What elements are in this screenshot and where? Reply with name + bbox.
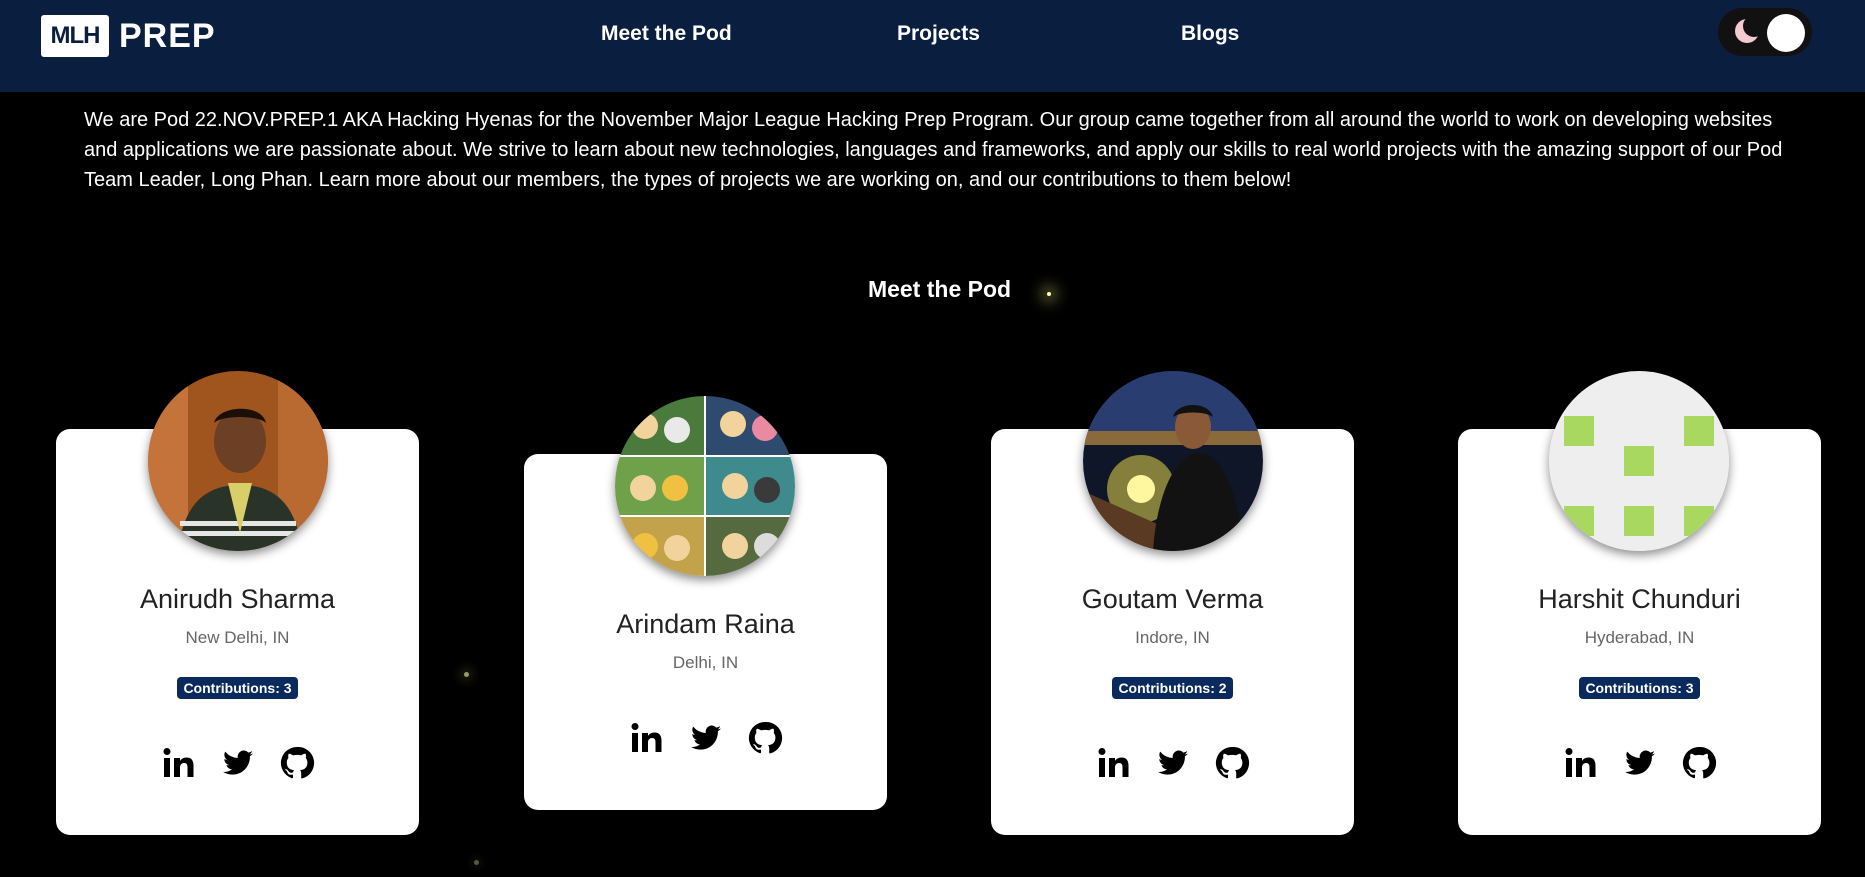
github-icon[interactable] (1214, 745, 1250, 781)
sparkle-dot (1047, 292, 1051, 296)
avatar-photo (148, 371, 328, 551)
member-location: Indore, IN (1135, 628, 1210, 647)
nav-link-meet-the-pod[interactable]: Meet the Pod (601, 22, 732, 46)
github-icon[interactable] (747, 720, 783, 756)
section-title: Meet the Pod (867, 276, 1012, 302)
contributions-badge: Contributions: 3 (177, 677, 298, 699)
github-icon[interactable] (279, 745, 315, 781)
sparkle-dot (464, 672, 469, 677)
moon-icon (1735, 16, 1762, 43)
avatar-photo (1083, 371, 1263, 551)
member-name: Goutam Verma (1081, 584, 1264, 614)
nav-link-projects[interactable]: Projects (897, 22, 980, 46)
contributions-badge: Contributions: 2 (1112, 677, 1233, 699)
member-name: Arindam Raina (616, 609, 795, 639)
mlh-logo-box: MLH (41, 15, 109, 57)
member-location: Delhi, IN (672, 653, 739, 672)
member-name: Harshit Chunduri (1538, 584, 1741, 614)
linkedin-icon[interactable] (161, 745, 197, 781)
twitter-icon[interactable] (688, 720, 724, 756)
linkedin-icon[interactable] (629, 720, 665, 756)
member-location: Hyderabad, IN (1584, 628, 1695, 647)
avatar-collage (615, 396, 795, 576)
nav-link-blogs[interactable]: Blogs (1181, 22, 1239, 46)
twitter-icon[interactable] (1622, 745, 1658, 781)
member-name: Anirudh Sharma (139, 584, 336, 614)
logo-text: PREP (119, 16, 216, 55)
member-location: New Delhi, IN (185, 628, 290, 647)
linkedin-icon[interactable] (1096, 745, 1132, 781)
mlh-prep-logo[interactable]: MLH PREP (41, 15, 216, 57)
twitter-icon[interactable] (220, 745, 256, 781)
contributions-badge: Contributions: 3 (1579, 677, 1700, 699)
theme-toggle[interactable] (1718, 8, 1812, 56)
toggle-knob (1767, 14, 1805, 52)
avatar-identicon (1549, 371, 1729, 551)
github-icon[interactable] (1681, 745, 1717, 781)
intro-paragraph: We are Pod 22.NOV.PREP.1 AKA Hacking Hye… (84, 109, 1783, 191)
linkedin-icon[interactable] (1563, 745, 1599, 781)
navbar: MLH PREP Meet the Pod Projects Blogs (0, 0, 1865, 92)
sparkle-dot (474, 860, 479, 865)
twitter-icon[interactable] (1155, 745, 1191, 781)
